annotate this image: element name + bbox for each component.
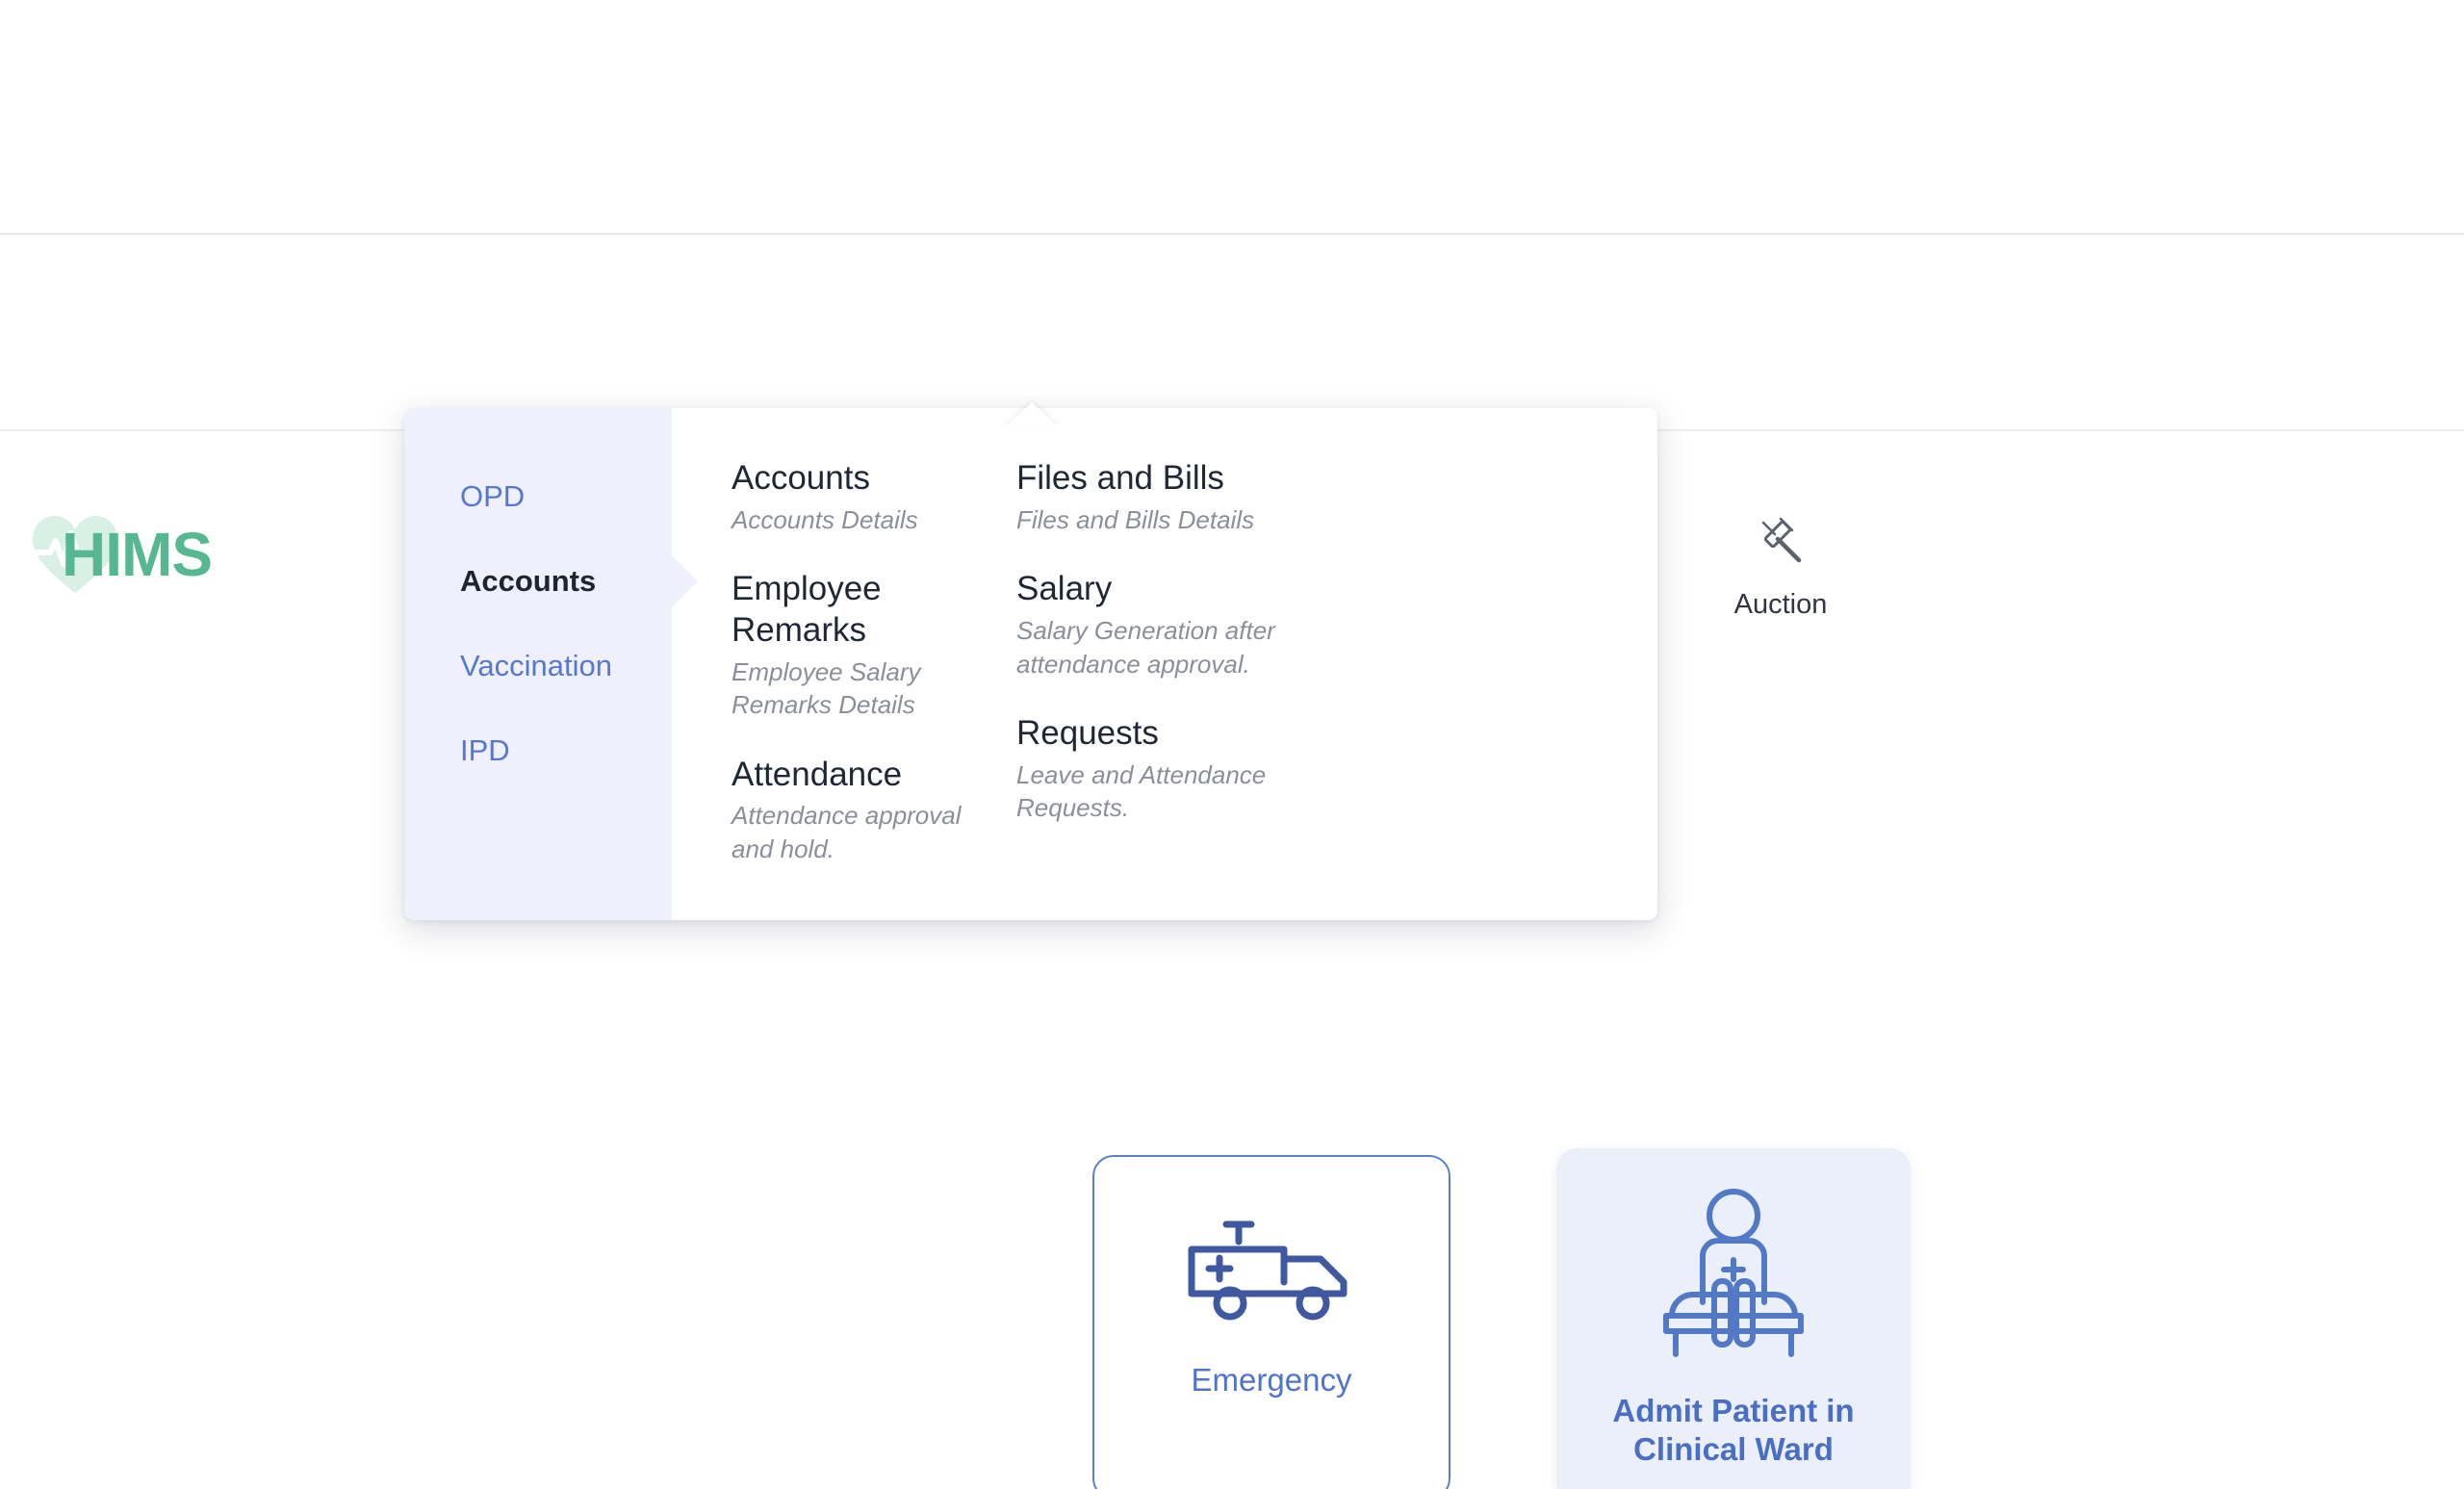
card-label-emergency: Emergency — [1191, 1362, 1352, 1398]
menu-entry-desc: Attendance approval and hold. — [732, 801, 962, 864]
sidebar-item-ipd[interactable]: IPD — [404, 708, 672, 793]
menu-entry-desc: Accounts Details — [732, 504, 918, 534]
menu-entry-files-and-bills[interactable]: Files and Bills Files and Bills Details — [1016, 458, 1305, 536]
menu-entry-title: Salary — [1016, 570, 1113, 608]
menu-entry-salary[interactable]: Salary Salary Generation after attendanc… — [1016, 569, 1305, 680]
app-page: HIMS Departments — [0, 0, 2464, 1489]
menu-entry-desc: Leave and Attendance Requests. — [1016, 759, 1267, 823]
app-logo-text: HIMS — [62, 520, 213, 589]
dropdown-panel: Accounts Accounts Details Employee Remar… — [672, 408, 1657, 920]
sidebar-item-vaccination[interactable]: Vaccination — [404, 624, 672, 708]
dropdown-column-left: Accounts Accounts Details Employee Remar… — [732, 458, 1016, 899]
sidebar-item-label: Accounts — [460, 564, 597, 598]
sidebar-item-label: IPD — [460, 733, 510, 767]
card-admit-patient[interactable]: Admit Patient in Clinical Ward — [1556, 1148, 1911, 1489]
menu-entry-requests[interactable]: Requests Leave and Attendance Requests. — [1016, 713, 1305, 825]
menu-entry-desc: Files and Bills Details — [1016, 504, 1255, 534]
menu-entry-accounts[interactable]: Accounts Accounts Details — [732, 458, 1007, 536]
menu-entry-title: Employee Remarks — [732, 570, 882, 649]
menu-entry-desc: Employee Salary Remarks Details — [732, 656, 921, 720]
dropdown-column-right: Files and Bills Files and Bills Details … — [1016, 458, 1657, 899]
card-label-admit-patient: Admit Patient in Clinical Ward — [1612, 1393, 1855, 1468]
sidebar-item-label: Vaccination — [460, 649, 612, 682]
menu-entry-title: Accounts — [732, 459, 870, 497]
app-header: HIMS Departments — [0, 235, 2464, 620]
menu-entry-desc: Salary Generation after attendance appro… — [1016, 615, 1275, 679]
sidebar-item-opd[interactable]: OPD — [404, 454, 672, 539]
menu-entry-title: Files and Bills — [1016, 459, 1224, 497]
sidebar-item-label: OPD — [460, 479, 526, 513]
menu-entry-attendance[interactable]: Attendance Attendance approval and hold. — [732, 755, 1007, 866]
departments-dropdown: OPD Accounts Vaccination IPD Accounts Ac… — [404, 408, 1657, 920]
patient-on-bed-icon — [1637, 1185, 1830, 1371]
dropdown-caret-icon — [1003, 402, 1061, 429]
menu-entry-employee-remarks[interactable]: Employee Remarks Employee Salary Remarks… — [732, 569, 1007, 722]
ambulance-icon — [1180, 1211, 1363, 1331]
sidebar-item-accounts[interactable]: Accounts — [404, 539, 672, 624]
dropdown-sidebar: OPD Accounts Vaccination IPD — [404, 408, 672, 920]
menu-entry-title: Requests — [1016, 714, 1159, 753]
menu-entry-title: Attendance — [732, 755, 903, 793]
card-emergency[interactable]: Emergency — [1092, 1155, 1450, 1489]
